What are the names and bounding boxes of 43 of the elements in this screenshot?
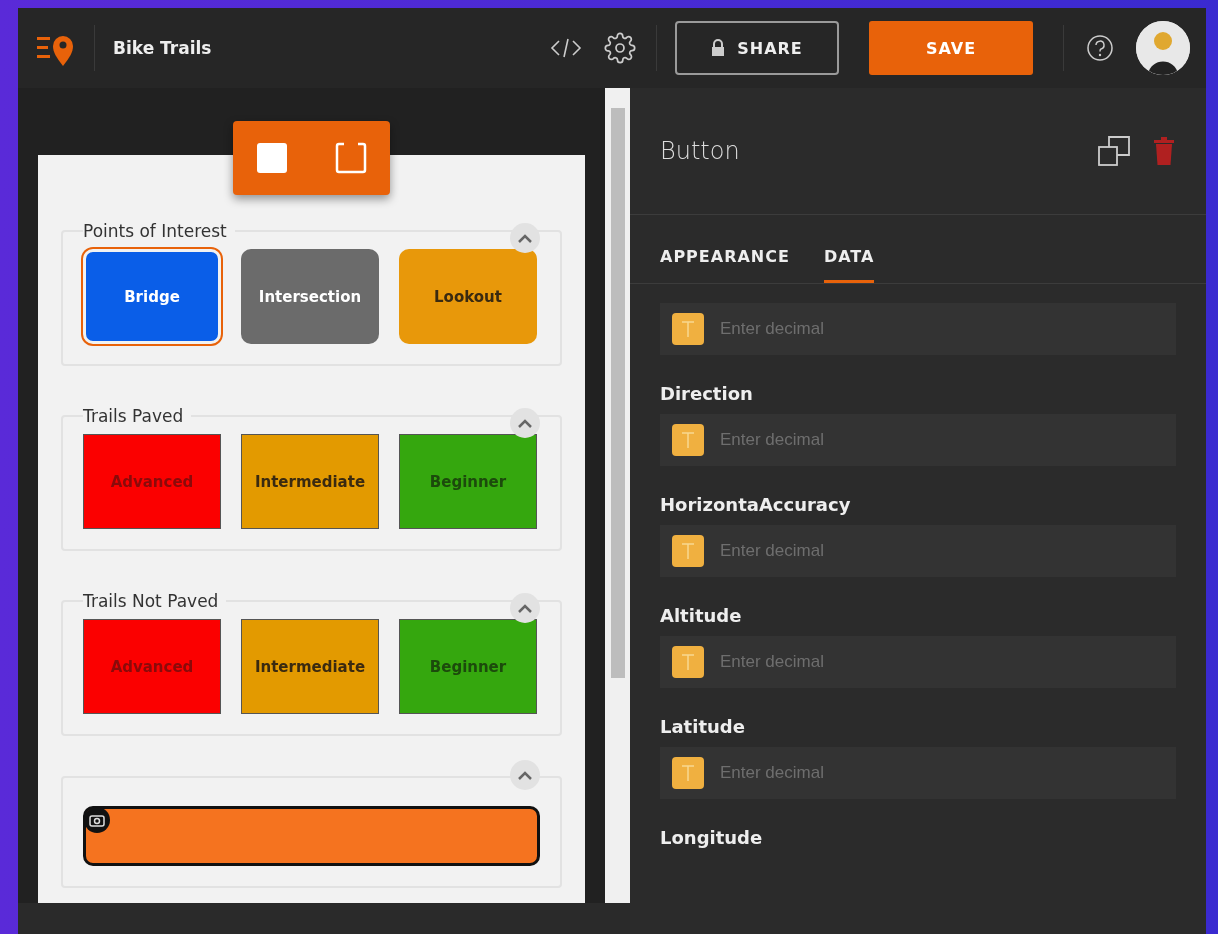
trail-button[interactable]: Beginner: [399, 434, 537, 529]
panel-title: Button: [660, 137, 741, 165]
trail-button[interactable]: Intersection: [241, 249, 379, 344]
decimal-field[interactable]: Enter decimal: [660, 747, 1176, 799]
share-button[interactable]: SHARE: [675, 21, 839, 75]
collapse-button[interactable]: [510, 223, 540, 253]
trail-button[interactable]: Intermediate: [241, 619, 379, 714]
user-avatar[interactable]: [1136, 21, 1190, 75]
field-label: Latitude: [660, 716, 746, 737]
decimal-field[interactable]: Enter decimal: [660, 303, 1176, 355]
panel-tab[interactable]: APPEARANCE: [660, 215, 790, 283]
group-title: Trails Paved: [83, 406, 185, 426]
field-label: Direction: [660, 383, 754, 404]
caret-icon: [518, 770, 532, 780]
panel-tab[interactable]: DATA: [823, 215, 875, 283]
app-title: Bike Trails: [113, 38, 212, 58]
caret-icon: [518, 418, 532, 428]
delete-icon[interactable]: [1152, 136, 1176, 166]
decimal-field[interactable]: Enter decimal: [660, 525, 1176, 577]
lock-icon: [711, 39, 726, 57]
collapse-button[interactable]: [510, 760, 540, 790]
group-title: Points of Interest: [83, 221, 228, 241]
trail-button[interactable]: Lookout: [399, 249, 537, 344]
group-title: Trails Not Paved: [83, 591, 220, 611]
scrollbar-thumb[interactable]: [610, 108, 625, 678]
settings-icon[interactable]: [602, 30, 638, 66]
collapse-button[interactable]: [510, 408, 540, 438]
collapse-button[interactable]: [510, 593, 540, 623]
duplicate-icon[interactable]: [1098, 136, 1130, 166]
trail-button[interactable]: Intermediate: [241, 434, 379, 529]
decimal-field[interactable]: Enter decimal: [660, 414, 1176, 466]
trail-button[interactable]: Bridge: [83, 249, 221, 344]
decimal-field[interactable]: Enter decimal: [660, 636, 1176, 688]
scrollbar[interactable]: [605, 88, 630, 903]
square-icon[interactable]: [256, 142, 289, 174]
save-button[interactable]: SAVE: [869, 21, 1033, 75]
trail-button[interactable]: Beginner: [399, 619, 537, 714]
field-label: Altitude: [660, 605, 743, 626]
frame-icon[interactable]: [334, 142, 367, 174]
field-label: HorizontaAccuracy: [660, 494, 852, 515]
caret-icon: [518, 233, 532, 243]
field-label: Longitude: [660, 827, 764, 848]
caret-icon: [518, 603, 532, 613]
